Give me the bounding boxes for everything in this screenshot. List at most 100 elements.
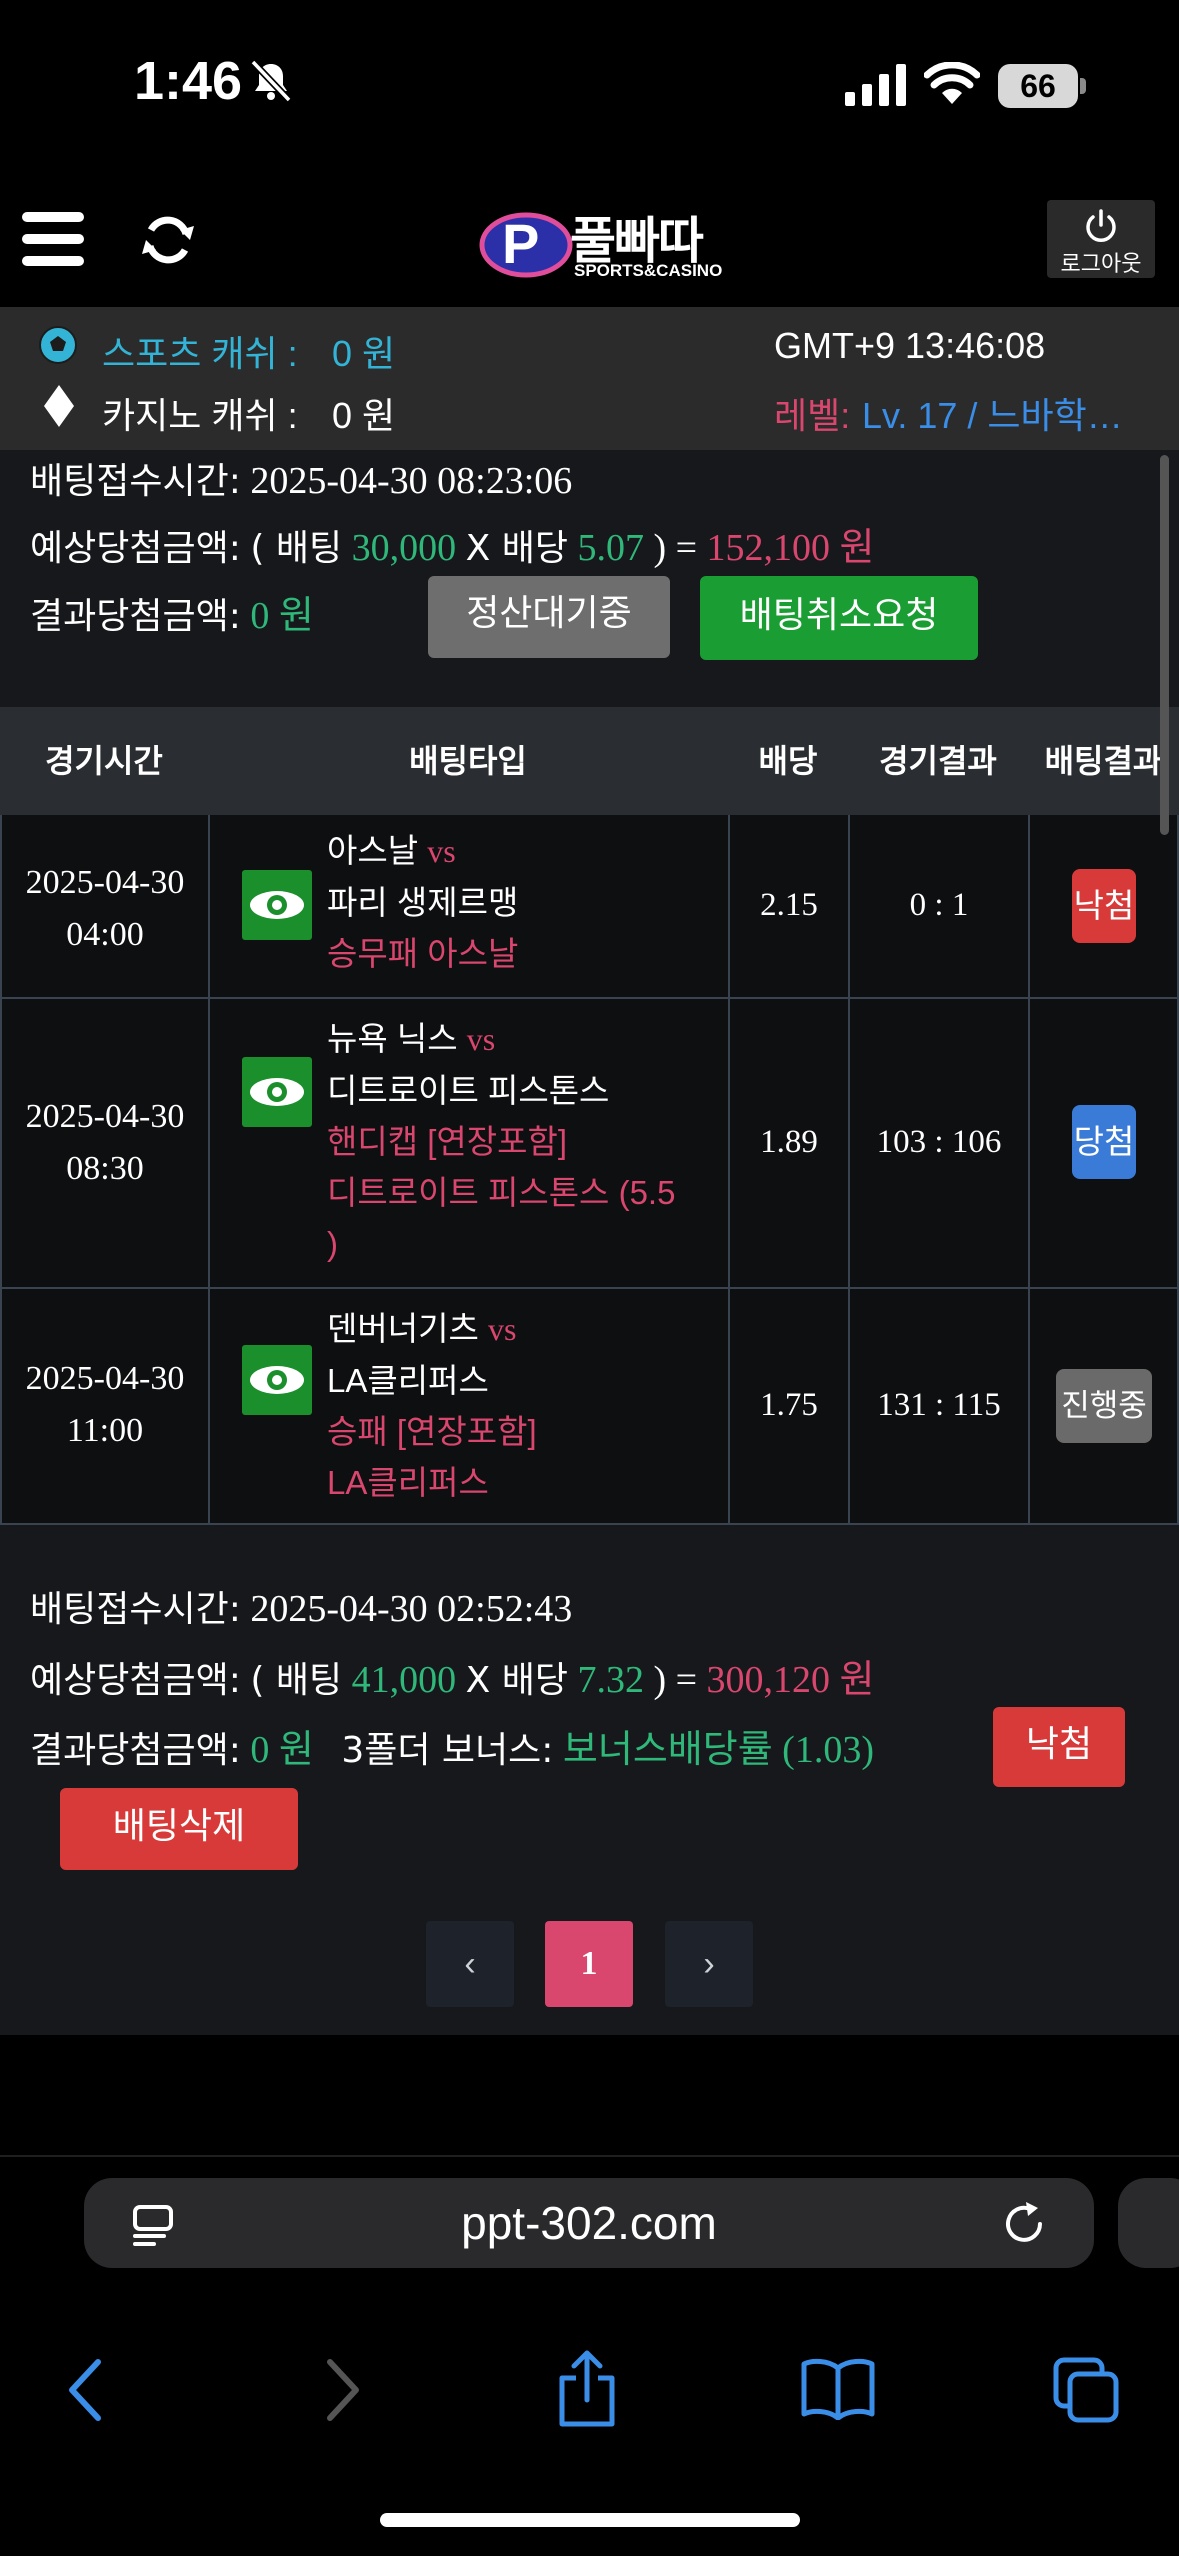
svg-text:P: P: [502, 212, 539, 275]
match-time-cell: 2025-04-30 04:00: [2, 815, 210, 997]
tabs-icon[interactable]: [1052, 2356, 1122, 2424]
reload-icon[interactable]: [1000, 2200, 1048, 2248]
logout-label: 로그아웃: [1060, 251, 1142, 276]
bet2-expected-label: 예상당첨금액:: [30, 1660, 241, 1701]
view-detail-eye-icon[interactable]: [242, 870, 312, 940]
bookmarks-icon[interactable]: [800, 2358, 876, 2420]
col-match-result: 경기결과: [879, 742, 997, 780]
away-team: LA클리퍼스: [327, 1362, 489, 1399]
browser-chrome: [0, 2035, 1179, 2556]
match-date: 2025-04-30: [25, 1098, 185, 1135]
match-clock: 08:30: [66, 1150, 144, 1187]
vs-label: vs: [427, 833, 456, 869]
bet-pick-continued: ): [327, 1225, 338, 1262]
bet2-received-row: 배팅접수시간: 2025-04-30 02:52:43: [30, 1580, 572, 1632]
bet-detail-lines: 덴버너기츠 vs LA클리퍼스 승패 [연장포함] LA클리퍼스: [327, 1303, 537, 1508]
view-detail-eye-icon[interactable]: [242, 1345, 312, 1415]
status-time: 1:46: [134, 51, 243, 111]
bet-result-cell: 진행중: [1030, 1289, 1179, 1523]
bet2-result-row: 결과당첨금액: 0 원 3폴더 보너스: 보너스배당률 (1.03): [30, 1718, 874, 1773]
score-cell: 103 : 106: [850, 999, 1030, 1287]
battery-indicator: 66: [998, 64, 1078, 108]
bet-table-header: 경기시간 배팅타입 배당 경기결과 배팅결과: [0, 707, 1179, 815]
bet1-payout: 152,100 원: [706, 527, 875, 569]
bet-detail-lines: 뉴욕 닉스 vs 디트로이트 피스톤스 핸디캡 [연장포함] 디트로이트 피스톤…: [327, 1013, 675, 1269]
share-icon[interactable]: [556, 2350, 618, 2428]
browser-divider: [0, 2155, 1179, 2157]
casino-cash-label: 카지노 캐쉬 :: [102, 395, 298, 436]
bet2-received-label: 배팅접수시간:: [30, 1589, 241, 1630]
bet1-open-paren: ( 배팅: [250, 528, 343, 569]
site-logo[interactable]: P 풀빠따 SPORTS&CASINO: [478, 195, 748, 287]
bet-result-cell: 당첨: [1030, 999, 1179, 1287]
bell-muted-icon: [250, 59, 292, 103]
col-bet-type: 배팅타입: [409, 742, 527, 780]
home-indicator[interactable]: [380, 2513, 800, 2527]
bet1-result-row: 결과당첨금액: 0 원: [30, 584, 314, 639]
away-team: 파리 생제르맹: [327, 884, 519, 921]
home-team: 뉴욕 닉스: [327, 1020, 458, 1057]
match-time-cell: 2025-04-30 08:30: [2, 999, 210, 1287]
odds-cell: 1.75: [730, 1289, 850, 1523]
table-row: 2025-04-30 11:00 덴버너기츠 vs LA클리퍼스 승패 [연장포…: [0, 1289, 1179, 1525]
hamburger-menu-icon[interactable]: [22, 212, 84, 268]
bet1-expected-label: 예상당첨금액:: [30, 528, 241, 569]
bet-pick: 디트로이트 피스톤스 (5.5: [327, 1174, 676, 1211]
pagination-page-1[interactable]: 1: [545, 1921, 633, 2007]
url-text[interactable]: ppt-302.com: [84, 2178, 1094, 2268]
bet1-expected-row: 예상당첨금액: ( 배팅 30,000 X 배당 5.07 ) = 152,10…: [30, 516, 875, 571]
bet2-status-lost-button[interactable]: 낙첨: [993, 1707, 1125, 1787]
bet2-result-label: 결과당첨금액:: [30, 1730, 241, 1771]
table-row: 2025-04-30 08:30 뉴욕 닉스 vs 디트로이트 피스톤스 핸디캡…: [0, 999, 1179, 1289]
bet-market: 승패 [연장포함]: [327, 1413, 537, 1450]
bet2-close-eq: ) =: [653, 1659, 698, 1701]
vs-label: vs: [487, 1311, 517, 1347]
refresh-icon[interactable]: [140, 212, 196, 268]
page-scrollbar[interactable]: [1160, 455, 1169, 835]
match-time-cell: 2025-04-30 11:00: [2, 1289, 210, 1523]
logout-button[interactable]: 로그아웃: [1047, 200, 1155, 278]
server-clock: GMT+9 13:46:08: [774, 325, 1046, 366]
pagination-prev-button[interactable]: ‹: [426, 1921, 514, 2007]
bet1-received-row: 배팅접수시간: 2025-04-30 08:23:06: [30, 452, 572, 504]
bet1-stake: 30,000: [351, 527, 457, 569]
odds-cell: 2.15: [730, 815, 850, 997]
view-detail-eye-icon[interactable]: [242, 1057, 312, 1127]
bet-pick: LA클리퍼스: [327, 1464, 489, 1501]
back-icon[interactable]: [66, 2358, 106, 2422]
home-team: 아스날: [327, 832, 419, 869]
bet2-bonus-label: 3폴더 보너스:: [341, 1730, 554, 1771]
match-date: 2025-04-30: [25, 1360, 185, 1397]
vs-label: vs: [466, 1021, 496, 1057]
away-team: 디트로이트 피스톤스: [327, 1072, 610, 1109]
next-tab-preview[interactable]: [1118, 2178, 1179, 2268]
diamond-icon: [44, 385, 74, 427]
match-date: 2025-04-30: [25, 864, 185, 901]
status-bar: 1:46 66: [0, 0, 1179, 175]
home-team: 덴버너기츠: [327, 1310, 479, 1347]
cancel-request-button[interactable]: 배팅취소요청: [700, 576, 978, 660]
odds-cell: 1.89: [730, 999, 850, 1287]
pagination-next-button[interactable]: ›: [665, 1921, 753, 2007]
bet-result-cell: 낙첨: [1030, 815, 1179, 997]
bet2-received-time: 2025-04-30 02:52:43: [250, 1588, 573, 1630]
soccer-ball-icon: [39, 326, 77, 364]
level-label: 레벨:: [774, 395, 851, 436]
bet2-stake: 41,000: [351, 1659, 457, 1701]
bet2-x-label: X 배당: [465, 1660, 568, 1701]
level-value: Lv. 17 / 느바학…: [862, 395, 1123, 436]
forward-icon[interactable]: [322, 2358, 362, 2422]
bet2-expected-row: 예상당첨금액: ( 배팅 41,000 X 배당 7.32 ) = 300,12…: [30, 1648, 875, 1703]
sports-cash-value: 0 원: [332, 333, 396, 374]
wifi-icon: [924, 62, 980, 104]
delete-bet-button[interactable]: 배팅삭제: [60, 1788, 298, 1870]
bet1-odds: 5.07: [577, 527, 644, 569]
pending-settlement-button[interactable]: 정산대기중: [428, 576, 670, 658]
match-clock: 11:00: [66, 1412, 144, 1449]
address-bar[interactable]: ppt-302.com: [84, 2178, 1094, 2268]
result-badge-lost: 낙첨: [1072, 869, 1136, 943]
col-bet-result: 배팅결과: [1044, 742, 1163, 780]
account-info-bar: 스포츠 캐쉬 : 0 원 카지노 캐쉬 : 0 원 GMT+9 13:46:08…: [0, 307, 1179, 450]
bet1-received-time: 2025-04-30 08:23:06: [250, 460, 573, 502]
col-odds: 배당: [758, 742, 818, 780]
